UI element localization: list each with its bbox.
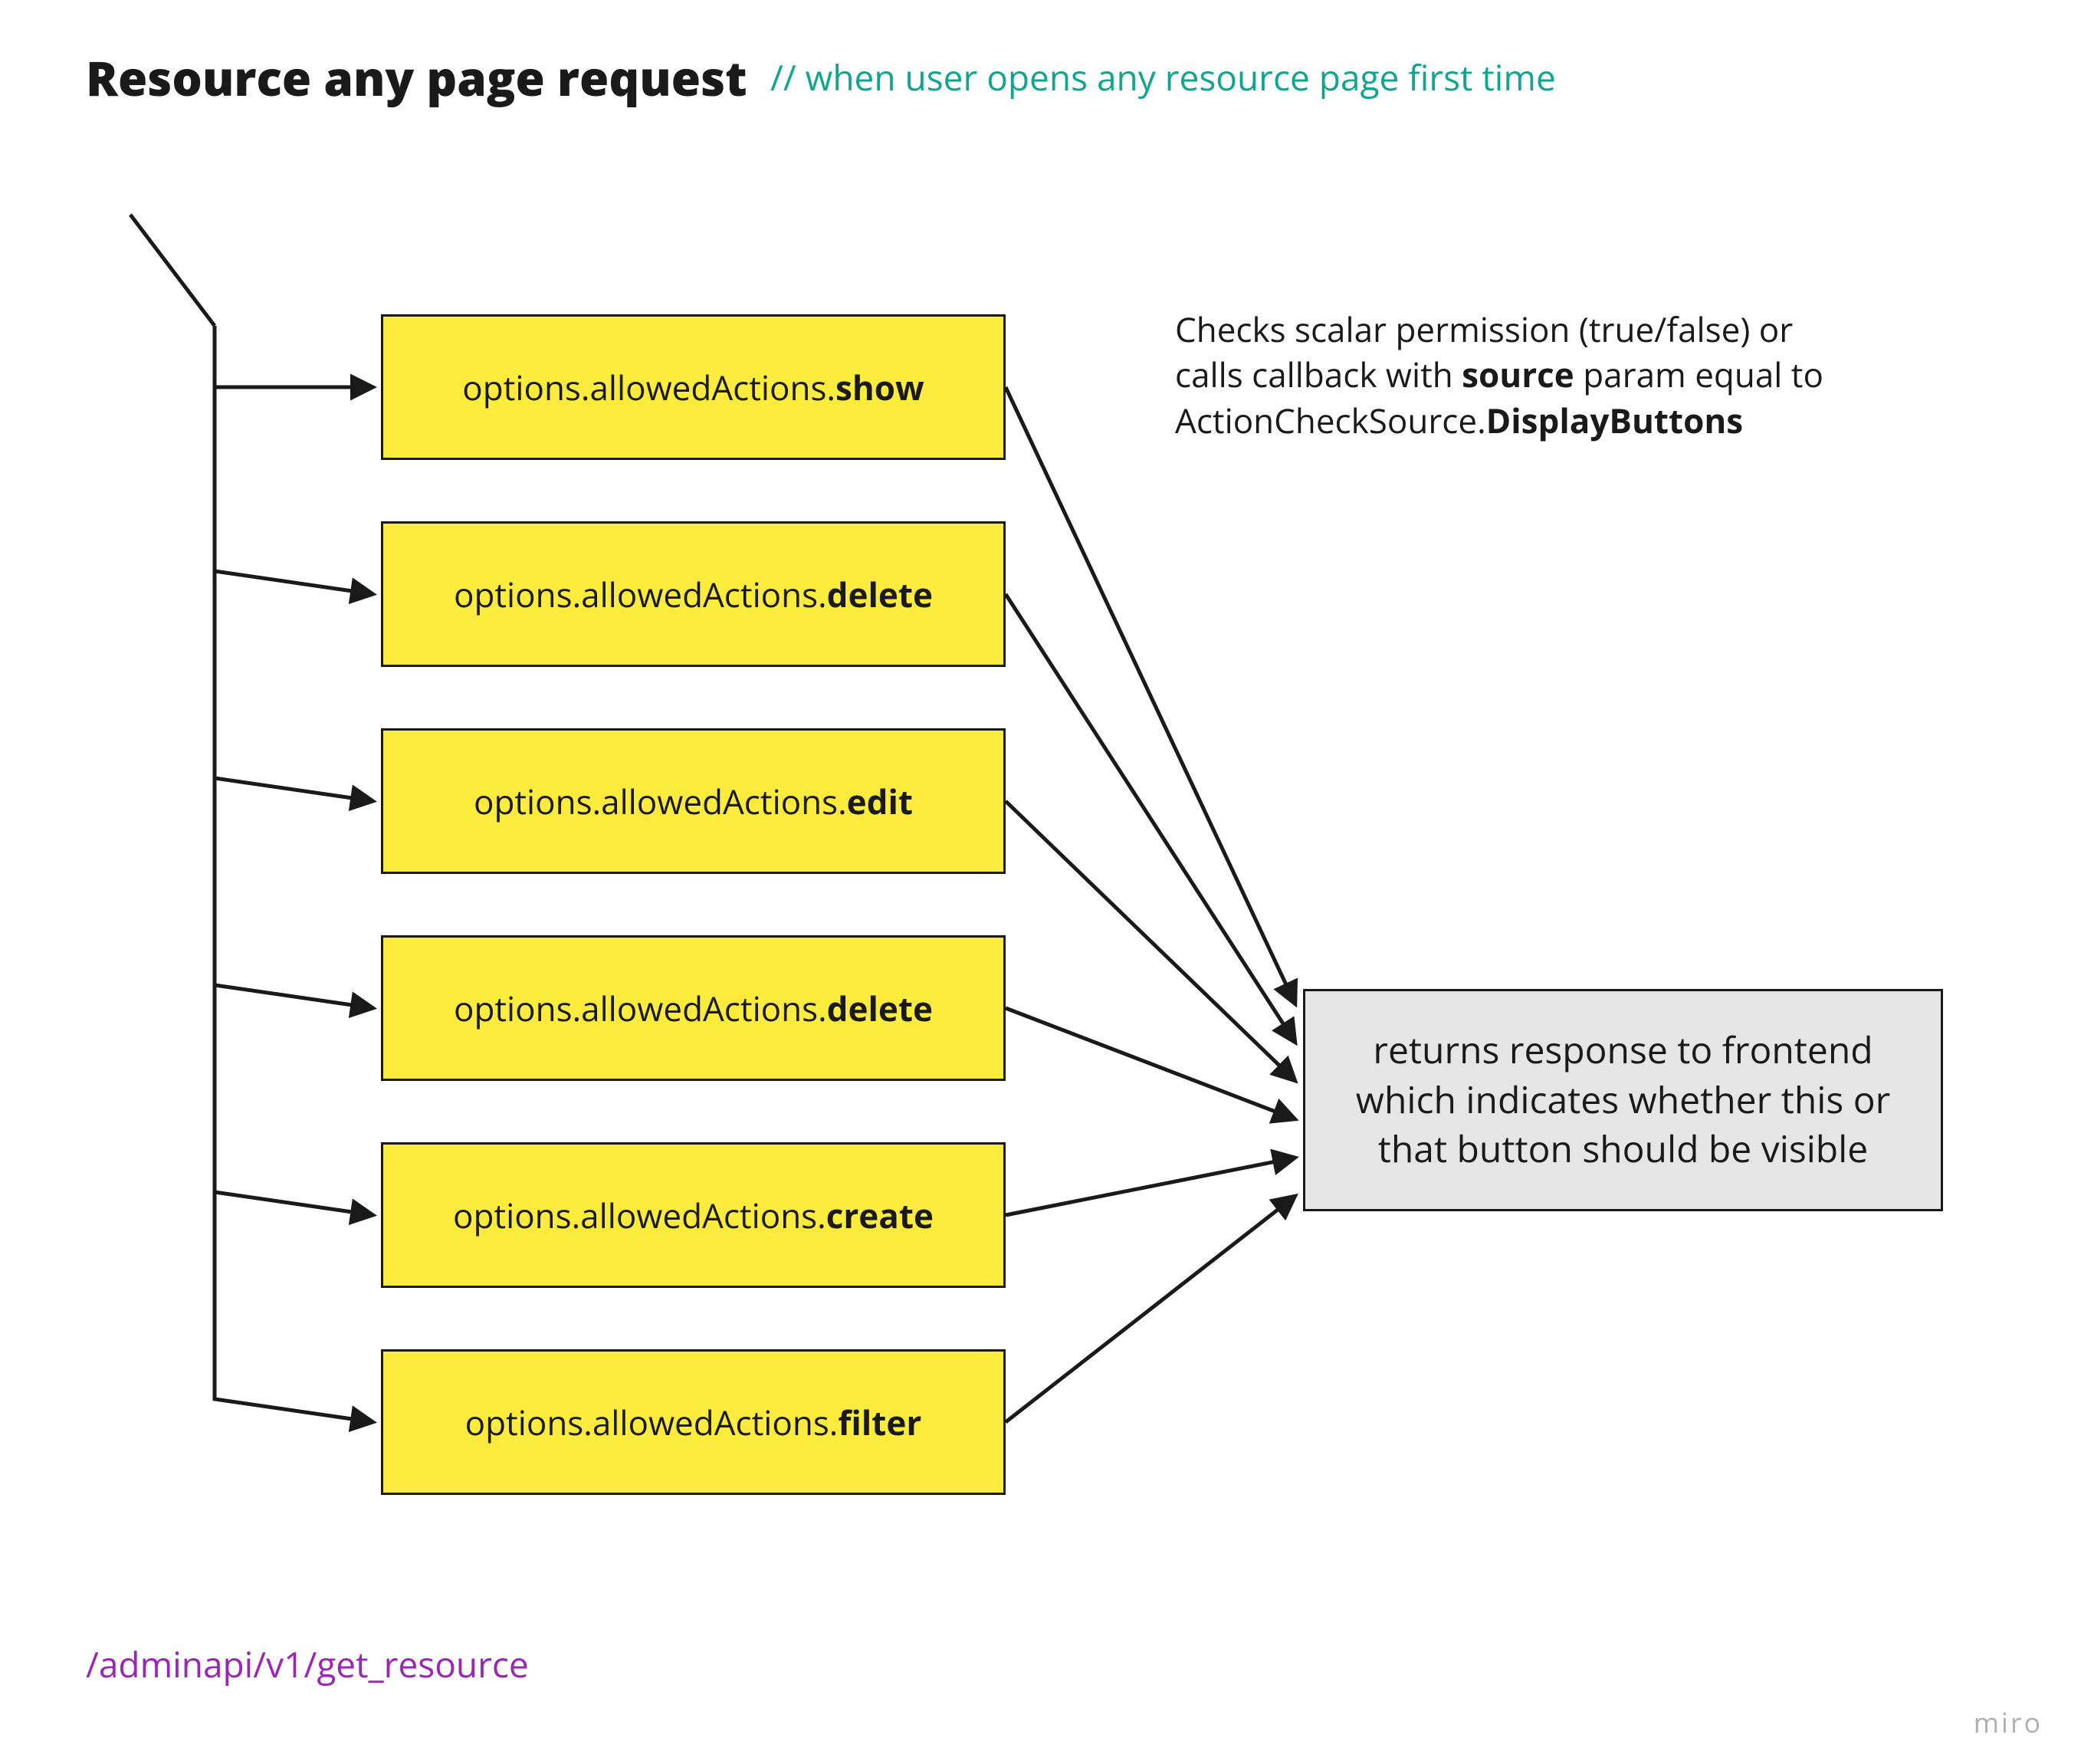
action-box-delete-3: options.allowedActions.delete bbox=[381, 935, 1006, 1081]
action-name: edit bbox=[847, 783, 913, 820]
action-name: delete bbox=[827, 576, 933, 613]
action-box-create-4: options.allowedActions.create bbox=[381, 1142, 1006, 1288]
action-prefix: options.allowedActions. bbox=[462, 369, 835, 406]
action-box-filter-5: options.allowedActions.filter bbox=[381, 1349, 1006, 1495]
action-prefix: options.allowedActions. bbox=[454, 990, 827, 1027]
action-box-edit-2: options.allowedActions.edit bbox=[381, 728, 1006, 874]
description-text: Checks scalar permission (true/false) or… bbox=[1175, 307, 1934, 443]
connector-arrows bbox=[0, 0, 2081, 1764]
action-prefix: options.allowedActions. bbox=[465, 1404, 839, 1440]
action-name: delete bbox=[827, 990, 933, 1027]
diagram-subtitle: // when user opens any resource page fir… bbox=[770, 54, 1556, 101]
api-path-label: /adminapi/v1/get_resource bbox=[86, 1641, 529, 1688]
action-box-show-0: options.allowedActions.show bbox=[381, 314, 1006, 460]
action-name: create bbox=[826, 1197, 934, 1233]
action-prefix: options.allowedActions. bbox=[454, 576, 827, 613]
action-prefix: options.allowedActions. bbox=[453, 1197, 826, 1233]
diagram-title: Resource any page request bbox=[86, 46, 747, 110]
action-box-delete-1: options.allowedActions.delete bbox=[381, 521, 1006, 667]
response-box: returns response to frontend which indic… bbox=[1303, 989, 1943, 1211]
action-name: show bbox=[835, 369, 924, 406]
action-name: filter bbox=[838, 1404, 921, 1440]
action-prefix: options.allowedActions. bbox=[474, 783, 847, 820]
miro-watermark: miro bbox=[1974, 1703, 2043, 1741]
